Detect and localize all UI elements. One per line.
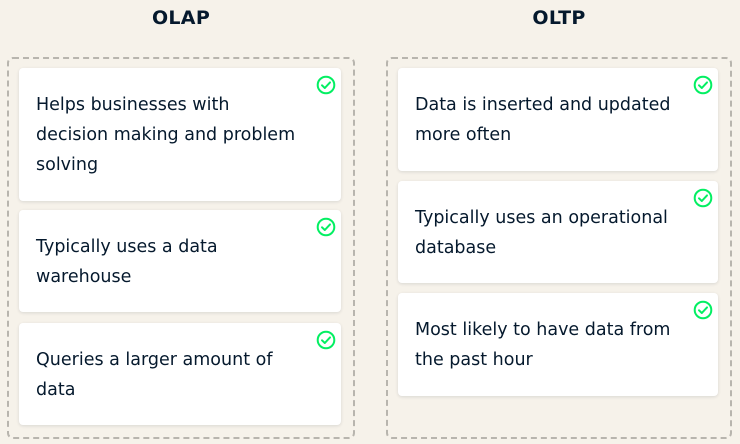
card-text: Helps businesses with decision making an… bbox=[36, 95, 296, 175]
oltp-dropzone[interactable]: Data is inserted and updated more often … bbox=[386, 57, 732, 439]
draggable-card[interactable]: Helps businesses with decision making an… bbox=[19, 68, 341, 201]
olap-dropzone[interactable]: Helps businesses with decision making an… bbox=[7, 57, 355, 439]
card-text: Typically uses an operational database bbox=[415, 208, 668, 258]
draggable-card[interactable]: Queries a larger amount of data bbox=[19, 323, 341, 425]
check-circle-icon bbox=[693, 300, 713, 320]
column-title: OLAP bbox=[151, 7, 211, 29]
draggable-card[interactable]: Most likely to have data from the past h… bbox=[398, 293, 718, 396]
card-text: Typically uses a data warehouse bbox=[36, 237, 218, 287]
check-circle-icon bbox=[316, 330, 336, 350]
draggable-card[interactable]: Data is inserted and updated more often bbox=[398, 68, 718, 171]
draggable-card[interactable]: Typically uses an operational database bbox=[398, 181, 718, 283]
column-title: OLTP bbox=[532, 7, 586, 29]
check-circle-icon bbox=[316, 75, 336, 95]
check-circle-icon bbox=[693, 75, 713, 95]
draggable-card[interactable]: Typically uses a data warehouse bbox=[19, 210, 341, 312]
card-text: Data is inserted and updated more often bbox=[415, 95, 671, 145]
card-text: Most likely to have data from the past h… bbox=[415, 320, 671, 370]
check-circle-icon bbox=[316, 217, 336, 237]
check-circle-icon bbox=[693, 188, 713, 208]
card-text: Queries a larger amount of data bbox=[36, 350, 273, 400]
